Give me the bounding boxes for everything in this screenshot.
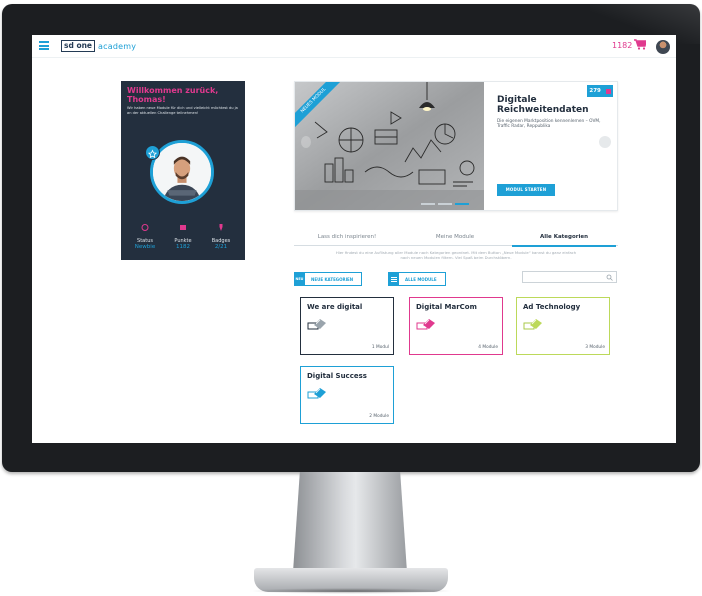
hero-points-badge: 279 <box>587 85 613 97</box>
category-card-ad-technology[interactable]: Ad Technology 3 Module <box>516 297 610 355</box>
category-module-count: 2 Module <box>369 414 389 419</box>
stat-value: 2/21 <box>214 244 228 250</box>
tab-all-categories[interactable]: Alle Kategorien <box>512 231 616 247</box>
person-photo-icon <box>153 143 211 201</box>
new-categories-label: NEUE KATEGORIEN <box>311 276 354 282</box>
all-modules-label: ALLE MODULE <box>405 276 437 282</box>
welcome-title-line2: Thomas! <box>127 95 166 104</box>
category-card-digital-marcom[interactable]: Digital MarCom 4 Module <box>409 297 503 355</box>
stat-status: Status Newbie <box>127 219 163 251</box>
hamburger-menu-icon[interactable] <box>39 41 49 50</box>
start-module-button[interactable]: MODUL STARTEN <box>497 184 555 196</box>
status-icon <box>141 224 149 231</box>
category-module-count: 4 Module <box>478 345 498 350</box>
category-card-we-are-digital[interactable]: We are digital 1 Modul <box>300 297 394 355</box>
hero-subtitle: Die eigenen Marktposition kennenlernen –… <box>497 119 601 130</box>
monitor-frame: sd one academy 1182 Willkommen zurück, T… <box>2 4 700 472</box>
carousel-dot-active[interactable] <box>455 203 469 205</box>
list-icon <box>388 273 399 285</box>
search-icon[interactable] <box>606 274 613 281</box>
welcome-card: Willkommen zurück, Thomas! Wir haben neu… <box>121 81 245 260</box>
stat-value: 1182 <box>176 244 190 250</box>
hero-badge-value: 279 <box>589 88 601 94</box>
category-title: Digital MarCom <box>416 303 477 311</box>
top-bar: sd one academy 1182 <box>32 35 676 58</box>
monitor-shadow <box>248 588 454 594</box>
logo-box-text: sd one <box>61 40 96 52</box>
welcome-title-line1: Willkommen zurück, <box>127 86 219 95</box>
carousel-prev-button[interactable] <box>301 136 311 148</box>
tab-description: Hier findest du eine Auflistung aller Mo… <box>335 250 577 260</box>
stat-badges: Badges 2/21 <box>203 219 239 251</box>
user-avatar[interactable] <box>656 40 670 54</box>
stat-points: Punkte 1182 <box>165 219 201 251</box>
carousel-dots <box>421 203 469 205</box>
hero-carousel[interactable]: NEUES MODUL Digitale Reichweitendaten Di… <box>294 81 618 211</box>
category-title: Ad Technology <box>523 303 581 311</box>
tab-bar: Lass dich inspirieren! Meine Module Alle… <box>294 231 618 247</box>
search-input[interactable] <box>523 280 609 292</box>
stat-value: Newbie <box>134 244 156 250</box>
category-module-count: 1 Modul <box>371 345 389 350</box>
tag-icon <box>416 319 435 330</box>
new-icon: NEU <box>294 273 305 285</box>
search-box[interactable] <box>522 271 617 292</box>
points-icon <box>180 225 186 230</box>
tab-inspire[interactable]: Lass dich inspirieren! <box>294 231 400 245</box>
logo-academy-text: academy <box>98 41 137 51</box>
welcome-title: Willkommen zurück, Thomas! <box>127 86 241 104</box>
all-modules-button[interactable]: ALLE MODULE <box>388 272 446 286</box>
star-badge-icon <box>145 145 160 160</box>
tab-my-modules[interactable]: Meine Module <box>402 231 508 245</box>
hero-title: Digitale Reichweitendaten <box>497 95 589 115</box>
screen: sd one academy 1182 Willkommen zurück, T… <box>32 35 676 443</box>
sketch-illustration-icon <box>295 82 484 210</box>
tag-icon <box>307 388 326 399</box>
category-module-count: 3 Module <box>585 345 605 350</box>
shopping-cart-icon[interactable] <box>634 39 646 50</box>
category-card-digital-success[interactable]: Digital Success 2 Module <box>300 366 394 424</box>
carousel-dot[interactable] <box>421 203 435 205</box>
monitor-stand-neck <box>293 472 407 572</box>
logo[interactable]: sd one academy <box>61 40 136 52</box>
tag-icon <box>523 319 542 330</box>
points-counter: 1182 <box>612 41 633 50</box>
carousel-dot[interactable] <box>438 203 452 205</box>
welcome-text: Wir haben neue Module für dich und viell… <box>127 106 238 115</box>
hero-image: NEUES MODUL <box>295 82 484 210</box>
new-categories-button[interactable]: NEU NEUE KATEGORIEN <box>294 272 363 286</box>
carousel-next-button[interactable] <box>599 136 611 148</box>
cart-mini-icon <box>605 88 611 94</box>
category-title: Digital Success <box>307 372 367 380</box>
category-title: We are digital <box>307 303 363 311</box>
tag-icon <box>307 319 326 330</box>
badge-icon <box>219 224 223 231</box>
